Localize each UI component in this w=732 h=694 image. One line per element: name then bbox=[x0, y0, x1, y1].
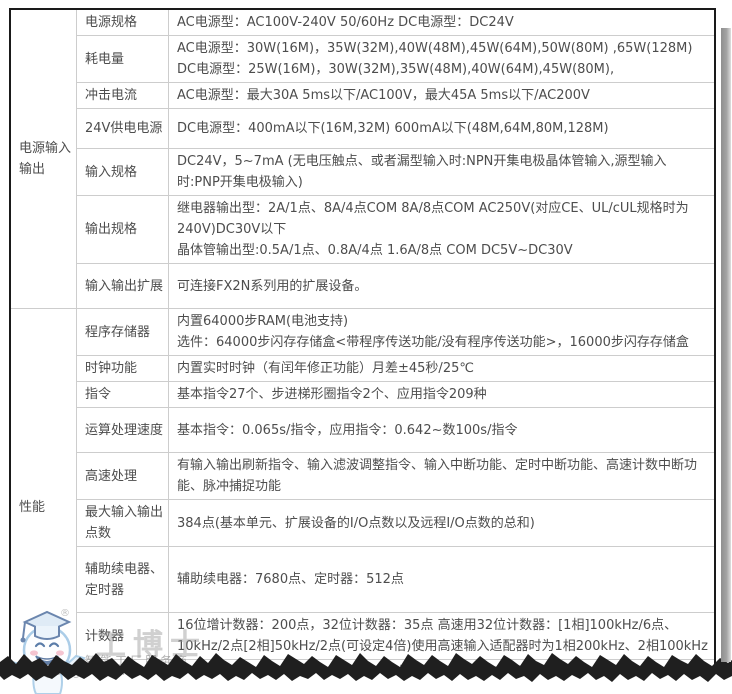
value-line: 有输入输出刷新指令、输入滤波调整指令、输入中断功能、定时中断功能、高速计数中断功… bbox=[177, 455, 708, 497]
spec-value: AC电源型：最大30A 5ms以下/AC100V，最大45A 5ms以下/AC2… bbox=[169, 83, 715, 109]
value-line: 基本指令：0.065s/指令，应用指令：0.642~数100s/指令 bbox=[177, 420, 708, 441]
spec-value: 辅助续电器：7680点、定时器：512点 bbox=[169, 547, 715, 613]
value-line: 晶体管输出型:0.5A/1点、0.8A/4点 1.6A/8点 COM DC5V~… bbox=[177, 240, 708, 261]
table-row: 输入规格 DC24V，5~7mA (无电压触点、或者漏型输入时:NPN开集电极晶… bbox=[11, 149, 715, 196]
table-row: 最大输入输出点数 384点(基本单元、扩展设备的I/O点数以及远程I/O点数的总… bbox=[11, 500, 715, 547]
value-line: 选件：64000步闪存存储盒<带程序传送功能/没有程序传送功能>，16000步闪… bbox=[177, 332, 708, 353]
value-line: 内置实时时钟（有闰年修正功能）月差±45秒/25℃ bbox=[177, 358, 708, 379]
spec-label: 输入规格 bbox=[77, 149, 169, 196]
spec-value: 384点(基本单元、扩展设备的I/O点数以及远程I/O点数的总和) bbox=[169, 500, 715, 547]
table-row: 运算处理速度 基本指令：0.065s/指令，应用指令：0.642~数100s/指… bbox=[11, 408, 715, 453]
spec-label: 辅助续电器、定时器 bbox=[77, 547, 169, 613]
table-row: 辅助续电器、定时器 辅助续电器：7680点、定时器：512点 bbox=[11, 547, 715, 613]
table-row: 耗电量 AC电源型：30W(16M)，35W(32M),40W(48M),45W… bbox=[11, 36, 715, 83]
table-row: 高速处理 有输入输出刷新指令、输入滤波调整指令、输入中断功能、定时中断功能、高速… bbox=[11, 453, 715, 500]
torn-edge bbox=[0, 648, 732, 694]
value-line: AC电源型：最大30A 5ms以下/AC100V，最大45A 5ms以下/AC2… bbox=[177, 85, 708, 106]
spec-value: 内置实时时钟（有闰年修正功能）月差±45秒/25℃ bbox=[169, 356, 715, 382]
spec-value: 基本指令27个、步进梯形圈指令2个、应用指令209种 bbox=[169, 382, 715, 408]
spec-label: 输入输出扩展 bbox=[77, 264, 169, 309]
table-row: 输出规格 继电器输出型：2A/1点、8A/4点COM 8A/8点COM AC25… bbox=[11, 196, 715, 264]
spec-value: DC24V，5~7mA (无电压触点、或者漏型输入时:NPN开集电极晶体管输入,… bbox=[169, 149, 715, 196]
table-row: 性能 程序存储器 内置64000步RAM(电池支持) 选件：64000步闪存存储… bbox=[11, 309, 715, 356]
value-line: 可连接FX2N系列用的扩展设备。 bbox=[177, 276, 708, 297]
spec-value: AC电源型：30W(16M)，35W(32M),40W(48M),45W(64M… bbox=[169, 36, 715, 83]
spec-label: 输出规格 bbox=[77, 196, 169, 264]
spec-table: 电源输入输出 电源规格 AC电源型：AC100V-240V 50/60Hz DC… bbox=[10, 9, 715, 672]
value-line: DC电源型：25W(16M)，30W(32M),35W(48M),40W(64M… bbox=[177, 59, 708, 80]
spec-label: 高速处理 bbox=[77, 453, 169, 500]
spec-value: 继电器输出型：2A/1点、8A/4点COM 8A/8点COM AC250V(对应… bbox=[169, 196, 715, 264]
spec-label: 冲击电流 bbox=[77, 83, 169, 109]
spec-label: 耗电量 bbox=[77, 36, 169, 83]
table-row: 24V供电电源 DC电源型：400mA以下(16M,32M) 600mA以下(4… bbox=[11, 109, 715, 149]
spec-label: 最大输入输出点数 bbox=[77, 500, 169, 547]
spec-label: 时钟功能 bbox=[77, 356, 169, 382]
page-shadow bbox=[721, 28, 731, 662]
spec-label: 电源规格 bbox=[77, 10, 169, 36]
spec-value: DC电源型：400mA以下(16M,32M) 600mA以下(48M,64M,8… bbox=[169, 109, 715, 149]
spec-value: 基本指令：0.065s/指令，应用指令：0.642~数100s/指令 bbox=[169, 408, 715, 453]
value-line: 辅助续电器：7680点、定时器：512点 bbox=[177, 569, 708, 590]
page-sheet: 电源输入输出 电源规格 AC电源型：AC100V-240V 50/60Hz DC… bbox=[9, 8, 716, 672]
value-line: 384点(基本单元、扩展设备的I/O点数以及远程I/O点数的总和) bbox=[177, 513, 708, 534]
spec-value: 有输入输出刷新指令、输入滤波调整指令、输入中断功能、定时中断功能、高速计数中断功… bbox=[169, 453, 715, 500]
value-line: 内置64000步RAM(电池支持) bbox=[177, 311, 708, 332]
spec-label: 运算处理速度 bbox=[77, 408, 169, 453]
value-line: DC24V，5~7mA (无电压触点、或者漏型输入时:NPN开集电极晶体管输入,… bbox=[177, 151, 708, 193]
value-line: 基本指令27个、步进梯形圈指令2个、应用指令209种 bbox=[177, 384, 708, 405]
spec-label: 指令 bbox=[77, 382, 169, 408]
spec-value: 可连接FX2N系列用的扩展设备。 bbox=[169, 264, 715, 309]
value-line: AC电源型：AC100V-240V 50/60Hz DC电源型：DC24V bbox=[177, 12, 708, 33]
spec-value: 内置64000步RAM(电池支持) 选件：64000步闪存存储盒<带程序传送功能… bbox=[169, 309, 715, 356]
spec-label: 24V供电电源 bbox=[77, 109, 169, 149]
value-line: 继电器输出型：2A/1点、8A/4点COM 8A/8点COM AC250V(对应… bbox=[177, 198, 708, 240]
table-row: 时钟功能 内置实时时钟（有闰年修正功能）月差±45秒/25℃ bbox=[11, 356, 715, 382]
value-line: AC电源型：30W(16M)，35W(32M),40W(48M),45W(64M… bbox=[177, 38, 708, 59]
table-row: 输入输出扩展 可连接FX2N系列用的扩展设备。 bbox=[11, 264, 715, 309]
category-cell-power-io: 电源输入输出 bbox=[11, 10, 77, 309]
value-line: DC电源型：400mA以下(16M,32M) 600mA以下(48M,64M,8… bbox=[177, 118, 708, 139]
table-row: 电源输入输出 电源规格 AC电源型：AC100V-240V 50/60Hz DC… bbox=[11, 10, 715, 36]
spec-label: 程序存储器 bbox=[77, 309, 169, 356]
spec-value: AC电源型：AC100V-240V 50/60Hz DC电源型：DC24V bbox=[169, 10, 715, 36]
table-row: 冲击电流 AC电源型：最大30A 5ms以下/AC100V，最大45A 5ms以… bbox=[11, 83, 715, 109]
category-cell-performance: 性能 bbox=[11, 309, 77, 673]
table-row: 指令 基本指令27个、步进梯形圈指令2个、应用指令209种 bbox=[11, 382, 715, 408]
